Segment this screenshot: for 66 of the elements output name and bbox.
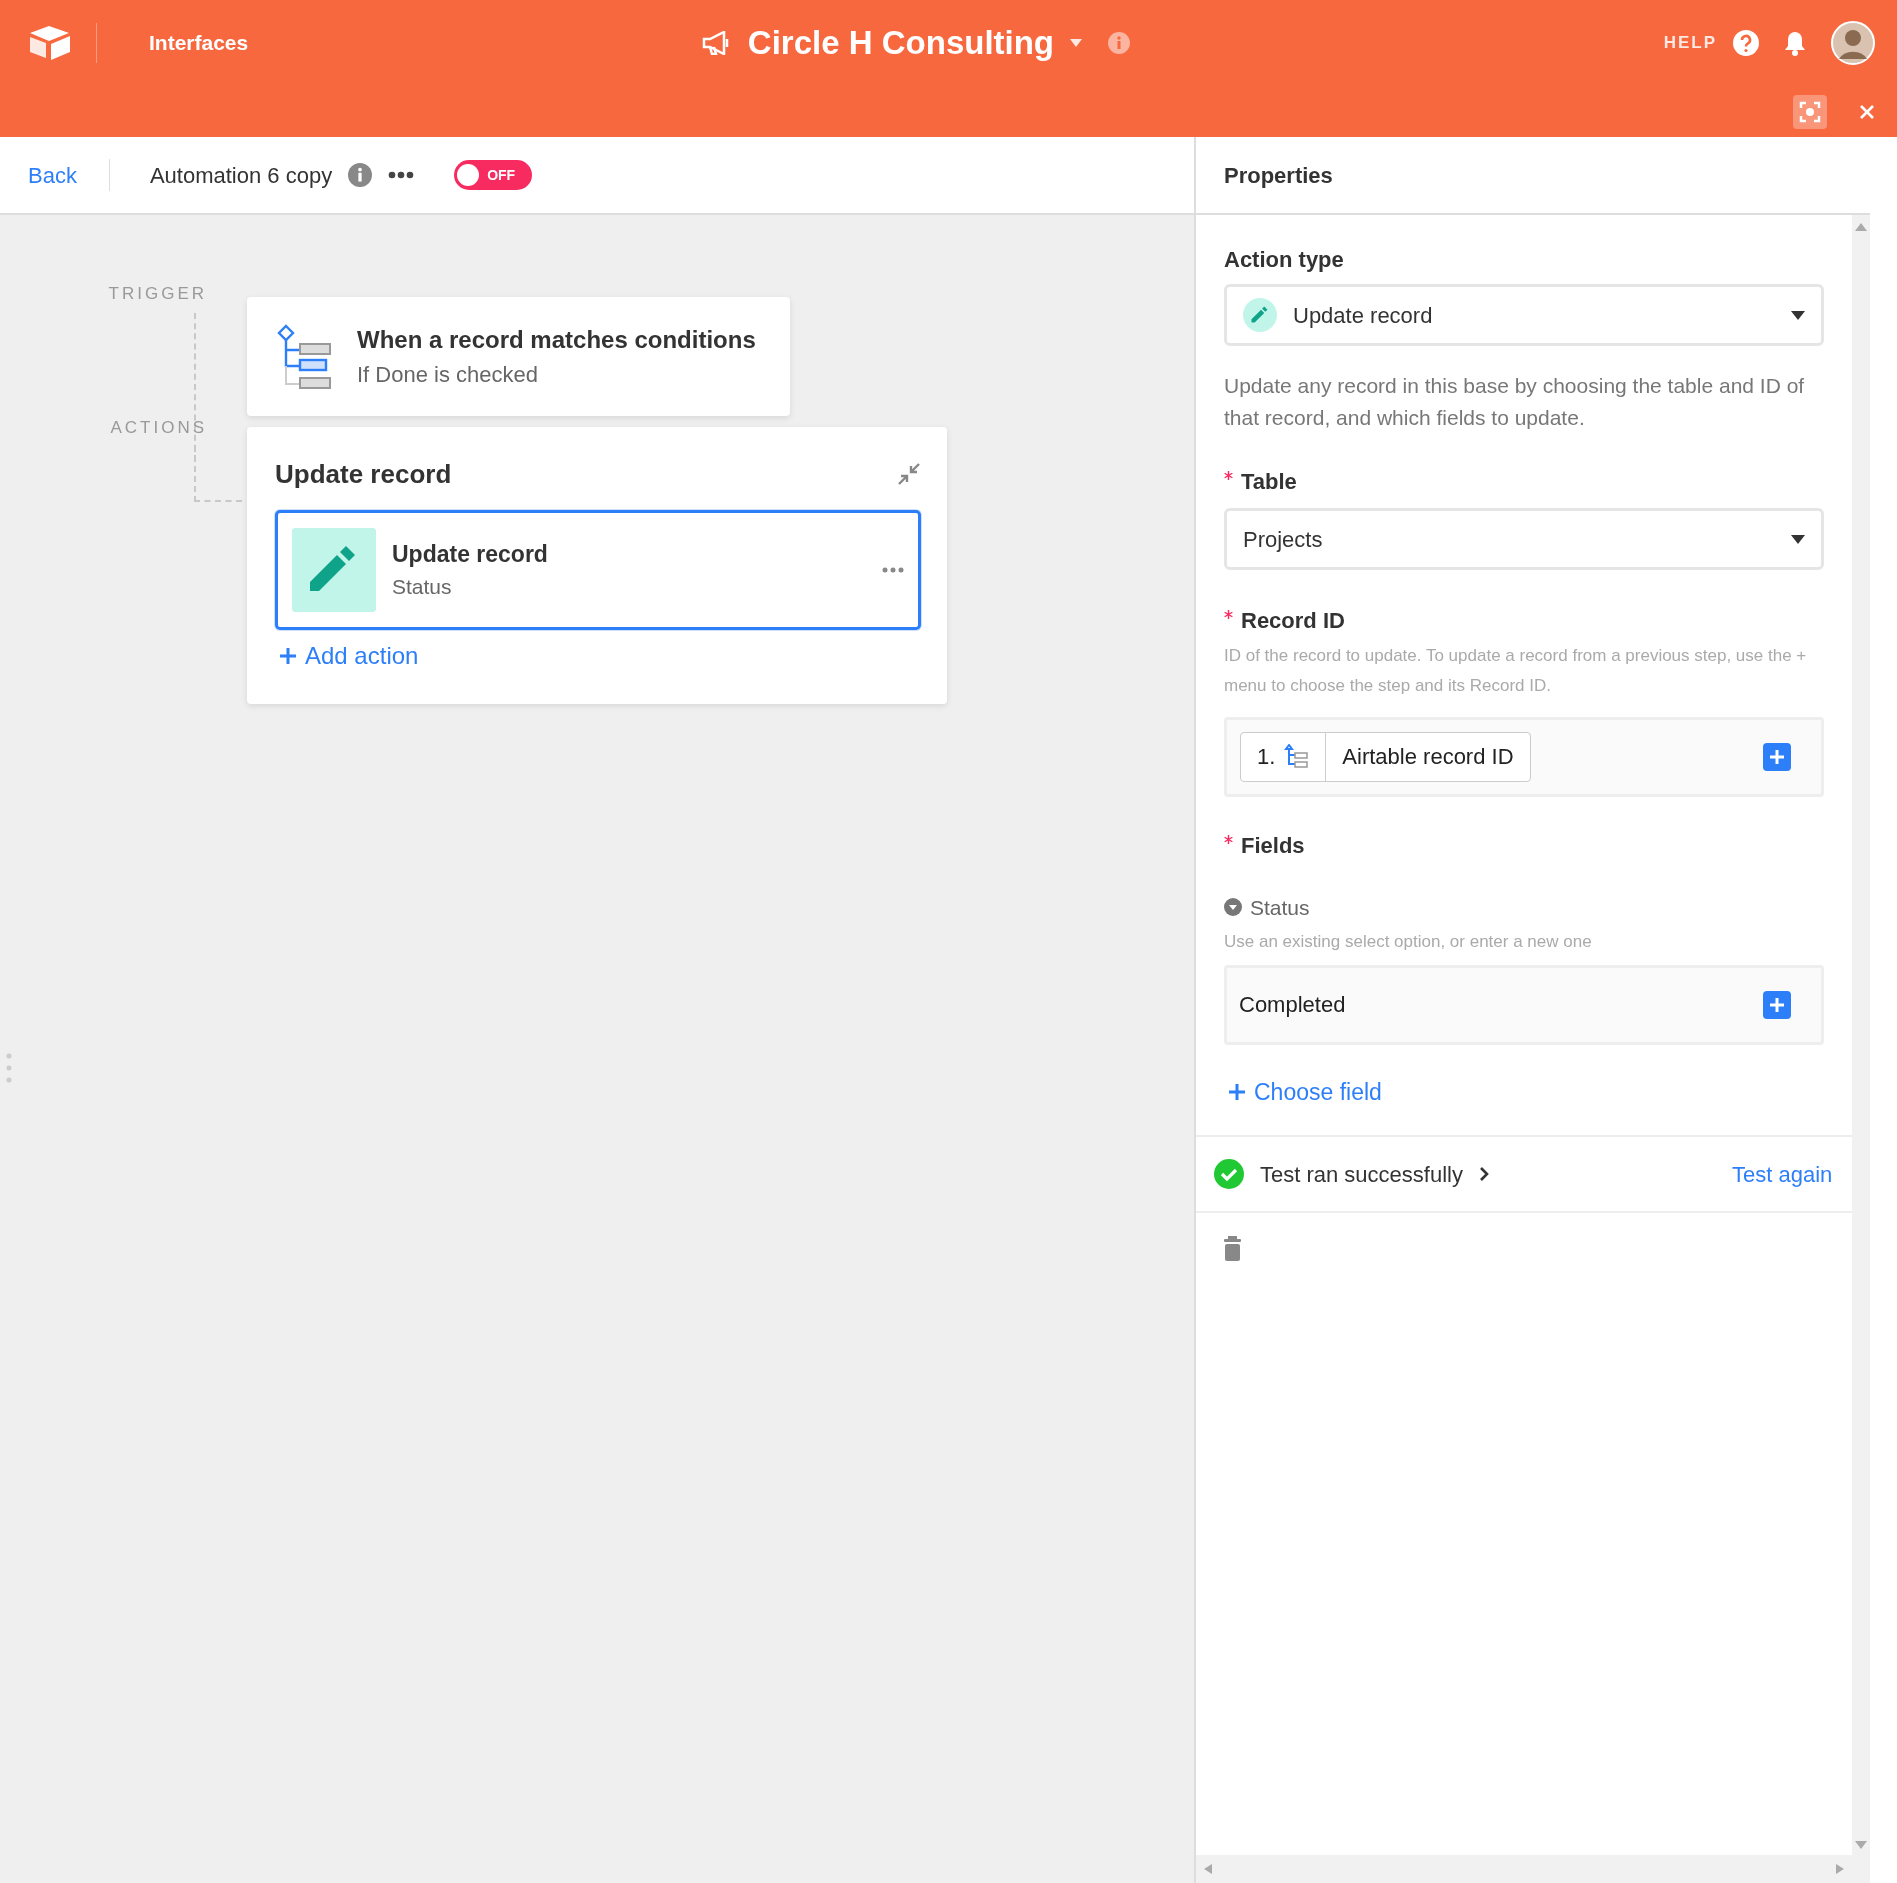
add-action-link[interactable]: Add action xyxy=(279,637,419,674)
test-result-link[interactable]: Test ran successfully xyxy=(1260,1157,1489,1191)
vertical-scrollbar[interactable] xyxy=(1852,215,1870,1883)
action-subtitle: Status xyxy=(392,574,453,600)
plus-icon xyxy=(1228,1083,1246,1101)
trigger-subtitle: If Done is checked xyxy=(357,361,539,389)
dropdown-circle-icon xyxy=(1224,898,1242,917)
horizontal-scrollbar[interactable] xyxy=(1196,1855,1853,1883)
choose-field-link[interactable]: Choose field xyxy=(1228,1074,1382,1110)
action-card[interactable]: Update record Status xyxy=(275,509,921,630)
automation-name[interactable]: Automation 6 copy xyxy=(149,158,333,192)
caret-icon xyxy=(1791,310,1806,320)
field-help: ID of the record to update. To update a record from a previous step, use the + menu to choose the step and its Record ID. xyxy=(1224,645,1808,697)
add-button[interactable] xyxy=(1763,990,1792,1019)
plus-icon xyxy=(279,646,297,665)
section-heading: TRIGGER xyxy=(107,283,208,305)
trigger-card[interactable]: When a record matches conditions If Done is checked xyxy=(247,297,790,416)
field-label: Action type xyxy=(1224,246,1345,274)
step-number: 1. xyxy=(1257,743,1276,771)
description: Update any record in this base by choosing the table and ID of that record, and which fields to update. xyxy=(1224,373,1806,431)
pencil-icon xyxy=(292,527,376,612)
fullscreen-icon[interactable] xyxy=(1793,94,1827,129)
test-again-link[interactable]: Test again xyxy=(1732,1157,1833,1191)
resize-handle[interactable] xyxy=(6,1053,12,1083)
field-label: Record ID xyxy=(1241,607,1345,635)
bell-icon[interactable] xyxy=(1783,30,1807,56)
add-button[interactable] xyxy=(1763,742,1792,771)
plus-icon xyxy=(1768,747,1787,766)
section-heading: ACTIONS xyxy=(109,416,208,439)
trash-icon[interactable] xyxy=(1224,1235,1241,1261)
scroll-right-icon[interactable] xyxy=(1836,1864,1845,1874)
chevron-right-icon xyxy=(1478,1166,1489,1183)
scroll-up-icon[interactable] xyxy=(1855,223,1868,231)
back-link[interactable]: Back xyxy=(28,158,77,192)
conditions-icon xyxy=(277,323,333,390)
field-name: Status xyxy=(1250,894,1310,921)
panel-title: Properties xyxy=(1224,161,1333,190)
scroll-left-icon[interactable] xyxy=(1204,1864,1212,1874)
scroll-down-icon[interactable] xyxy=(1855,1841,1868,1849)
caret-icon[interactable] xyxy=(1070,39,1083,47)
toggle-switch[interactable]: OFF xyxy=(454,160,533,190)
close-icon[interactable] xyxy=(1859,103,1875,120)
status-field[interactable]: Completed xyxy=(1224,964,1825,1045)
check-icon xyxy=(1214,1159,1244,1190)
caret-icon xyxy=(1791,534,1806,544)
action-type-dropdown[interactable]: Update record xyxy=(1224,284,1825,346)
table-dropdown[interactable]: Projects xyxy=(1224,508,1825,570)
field-help: Use an existing select option, or enter a new one xyxy=(1224,931,1593,953)
info-icon[interactable] xyxy=(1108,32,1131,54)
more-icon[interactable] xyxy=(388,171,415,179)
action-title: Update record xyxy=(392,539,549,569)
token-value: Airtable record ID xyxy=(1341,743,1515,771)
collapse-icon[interactable] xyxy=(897,462,921,486)
conditions-icon xyxy=(1283,743,1310,770)
info-icon[interactable] xyxy=(348,163,373,187)
trigger-title: When a record matches conditions xyxy=(357,325,756,355)
avatar[interactable] xyxy=(1831,21,1875,65)
pencil-icon xyxy=(1243,298,1277,332)
record-id-field[interactable]: 1. Airtable record ID xyxy=(1224,716,1825,797)
field-label: Fields xyxy=(1241,831,1305,860)
help-icon[interactable] xyxy=(1733,30,1759,56)
logo-icon xyxy=(28,25,72,61)
action-group-title: Update record xyxy=(275,457,452,491)
field-label: Table xyxy=(1241,468,1297,496)
record-id-token[interactable]: 1. Airtable record ID xyxy=(1240,731,1531,782)
plus-icon xyxy=(1768,995,1787,1014)
